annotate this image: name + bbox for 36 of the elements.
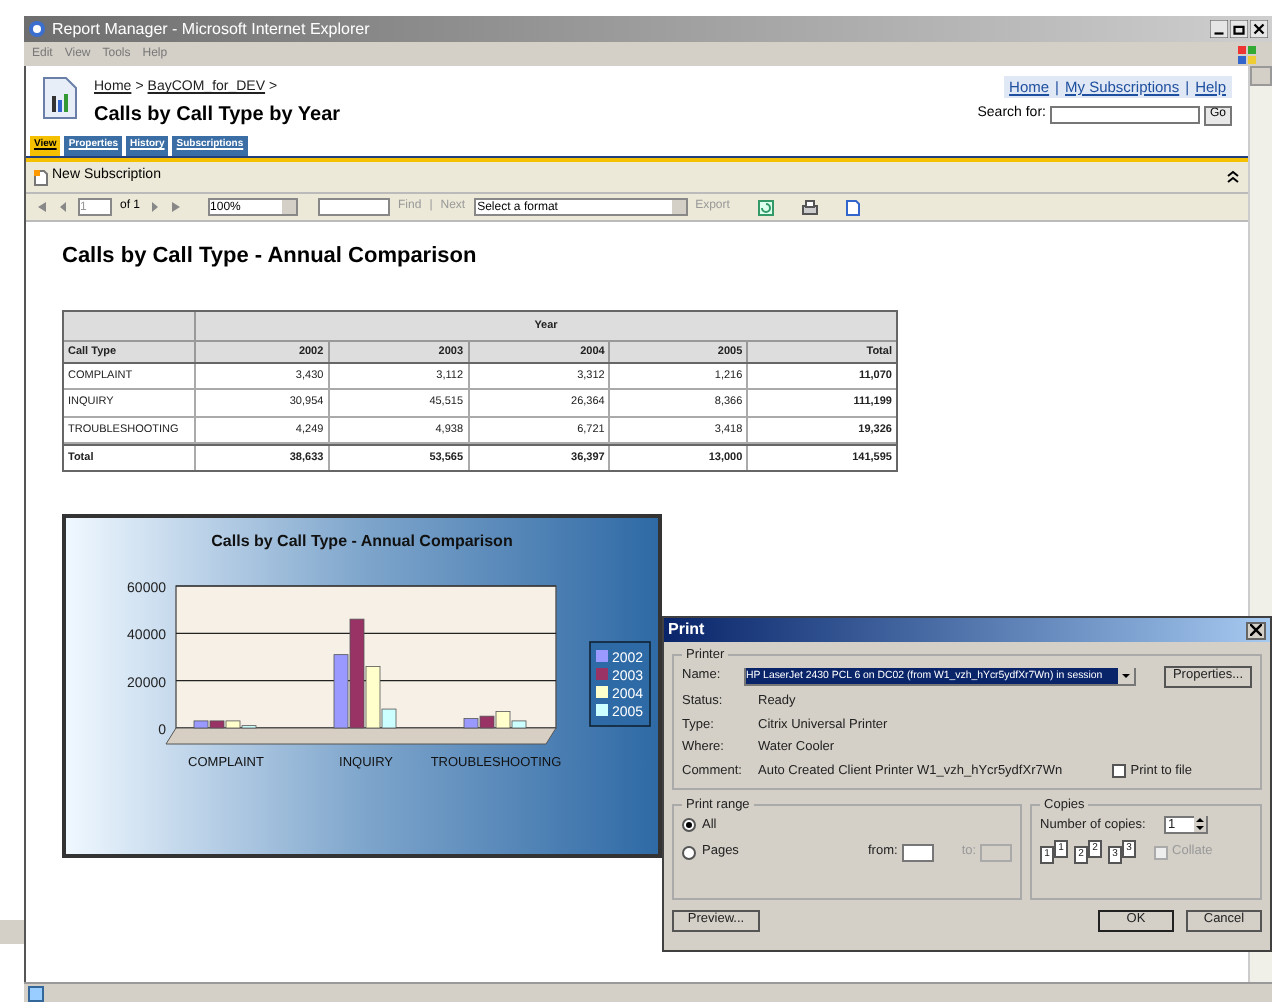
minimize-icon[interactable] xyxy=(1210,20,1228,38)
close-icon[interactable] xyxy=(1250,624,1262,636)
print-icon[interactable] xyxy=(801,199,818,215)
find-field[interactable] xyxy=(318,198,391,216)
print-to-file-checkbox[interactable] xyxy=(1112,764,1127,779)
browser-icon xyxy=(28,20,46,38)
search-field[interactable] xyxy=(1049,106,1200,124)
next-page-icon[interactable] xyxy=(148,200,163,214)
radio-button[interactable] xyxy=(682,845,696,860)
document-icon[interactable] xyxy=(845,199,860,215)
close-icon[interactable] xyxy=(1250,20,1268,38)
windows-logo-icon xyxy=(1238,45,1256,63)
window-title: Report Manager - Microsoft Internet Explorer xyxy=(52,17,370,41)
collapse-icon[interactable] xyxy=(1226,170,1240,184)
from-field[interactable] xyxy=(901,843,934,862)
spinner-arrows-icon[interactable] xyxy=(1194,816,1207,833)
restore-icon[interactable] xyxy=(1230,20,1248,38)
refresh-icon[interactable] xyxy=(757,199,774,215)
radio-button[interactable] xyxy=(682,817,696,832)
legend-swatch xyxy=(596,668,608,680)
close-button[interactable] xyxy=(1246,621,1266,639)
first-page-icon[interactable] xyxy=(34,200,48,214)
last-page-icon[interactable] xyxy=(170,200,185,214)
report-title: Calls by Call Type - Annual Comparison xyxy=(62,242,479,272)
legend-swatch xyxy=(596,650,608,662)
legend-swatch xyxy=(596,704,608,716)
chart-title: Calls by Call Type - Annual Comparison xyxy=(211,532,513,550)
page-title: Calls by Call Type by Year xyxy=(94,101,341,129)
page-icon xyxy=(28,985,44,1001)
dropdown-icon[interactable] xyxy=(1118,668,1134,685)
report-icon xyxy=(42,76,78,120)
new-document-icon xyxy=(34,169,48,185)
dialog-title: Print xyxy=(668,618,705,642)
previous-page-icon[interactable] xyxy=(56,200,70,214)
legend-swatch xyxy=(596,686,608,698)
desktop-strip xyxy=(0,920,24,944)
